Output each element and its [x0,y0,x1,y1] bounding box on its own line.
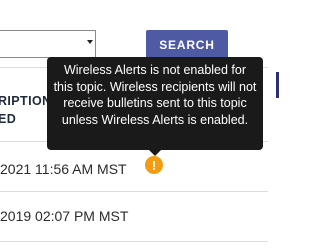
tooltip-arrow [149,150,161,156]
side-accent-bar [276,72,279,98]
column-header-line1: RIPTION [0,94,52,108]
date-cell: 2019 02:07 PM MST [0,208,129,224]
topic-select[interactable] [0,30,96,58]
chevron-down-icon [87,40,93,44]
row-divider [0,191,268,192]
row-divider [0,241,268,242]
wireless-alerts-tooltip: Wireless Alerts is not enabled for this … [47,57,263,150]
column-header-description: RIPTION ED [0,92,52,128]
search-button[interactable]: SEARCH [146,30,228,60]
column-header-line2: ED [0,112,17,126]
tooltip-text: Wireless Alerts is not enabled for this … [53,63,257,127]
warning-icon[interactable]: ! [145,156,163,174]
date-cell: 2021 11:56 AM MST [0,161,127,177]
